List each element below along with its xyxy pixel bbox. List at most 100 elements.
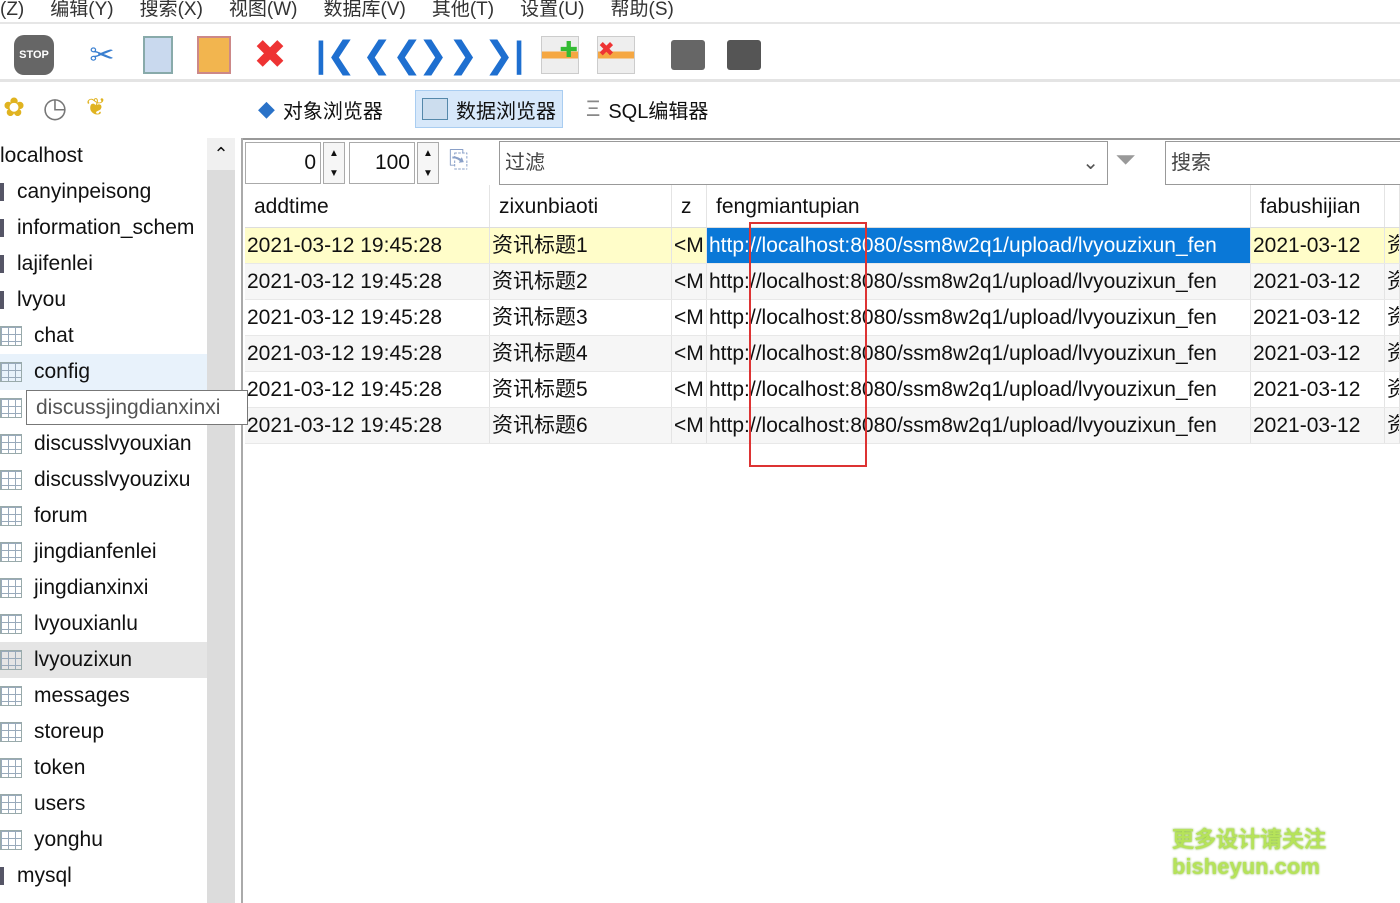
tree-item-jingdianfenlei[interactable]: jingdianfenlei xyxy=(0,534,207,570)
column-header[interactable]: zixunbiaoti xyxy=(490,185,672,227)
table-cell[interactable]: 资讯标题1 xyxy=(490,228,672,263)
table-cell[interactable]: 资 xyxy=(1385,336,1400,371)
column-header[interactable]: z xyxy=(672,185,707,227)
tree-item-chat[interactable]: chat xyxy=(0,318,207,354)
table-cell[interactable]: 资讯标题4 xyxy=(490,336,672,371)
column-header[interactable]: addtime xyxy=(245,185,490,227)
search-placeholder: 搜索 xyxy=(1171,152,1211,174)
paste-button[interactable] xyxy=(192,34,236,76)
column-header[interactable]: fabushijian xyxy=(1251,185,1385,227)
tree-item-token[interactable]: token xyxy=(0,750,207,786)
table-cell[interactable]: 2021-03-12 xyxy=(1251,408,1385,443)
tree-item-information_schem[interactable]: information_schem xyxy=(0,210,207,246)
table-cell[interactable]: 资讯标题3 xyxy=(490,300,672,335)
table-cell[interactable]: 资讯标题2 xyxy=(490,264,672,299)
tree-item-discusslvyouzixu[interactable]: discusslvyouzixu xyxy=(0,462,207,498)
menu-item[interactable]: 其他(T) xyxy=(419,0,507,22)
tree-item-users[interactable]: users xyxy=(0,786,207,822)
table-cell[interactable]: 资讯标题6 xyxy=(490,408,672,443)
table-cell[interactable]: 资 xyxy=(1385,228,1400,263)
tab-sql-editor[interactable]: Ξ SQL编辑器 xyxy=(580,90,714,128)
stop-button[interactable]: STOP xyxy=(12,34,56,76)
table-cell[interactable]: 2021-03-12 xyxy=(1251,300,1385,335)
commit-button[interactable] xyxy=(666,34,710,76)
offset-stepper[interactable]: ▲ ▼ xyxy=(323,142,345,184)
chevron-down-icon[interactable]: ⌄ xyxy=(1082,142,1099,184)
search-input[interactable]: 搜索 xyxy=(1165,141,1400,185)
tree-item-lvyouxianlu[interactable]: lvyouxianlu xyxy=(0,606,207,642)
limit-stepper[interactable]: ▲ ▼ xyxy=(417,142,439,184)
tree-item-config[interactable]: config xyxy=(0,354,207,390)
rollback-button[interactable] xyxy=(722,34,766,76)
copy-button[interactable] xyxy=(136,34,180,76)
footprints-button[interactable]: ❦ xyxy=(74,86,118,128)
cut-button[interactable]: ✂ xyxy=(80,34,124,76)
table-cell[interactable]: 2021-03-12 19:45:28 xyxy=(245,336,490,371)
limit-input[interactable]: 100 xyxy=(349,142,415,184)
tree-item-yonghu[interactable]: yonghu xyxy=(0,822,207,858)
table-cell[interactable]: 2021-03-12 xyxy=(1251,228,1385,263)
scroll-up-icon[interactable]: ⌃ xyxy=(207,138,235,170)
first-record-button[interactable]: |❮ xyxy=(314,34,358,76)
tree-item-lvyou[interactable]: lvyou xyxy=(0,282,207,318)
table-cell[interactable]: 2021-03-12 xyxy=(1251,264,1385,299)
menu-item[interactable]: 视图(W) xyxy=(216,0,311,22)
table-cell[interactable]: <M xyxy=(672,264,707,299)
tab-object-browser[interactable]: ◆ 对象浏览器 xyxy=(252,90,389,128)
add-row-button[interactable]: ✚ xyxy=(538,34,582,76)
history-button[interactable]: ◷ xyxy=(33,86,77,128)
table-cell[interactable]: <M xyxy=(672,336,707,371)
table-cell[interactable]: 资 xyxy=(1385,408,1400,443)
menu-item[interactable]: 编辑(Y) xyxy=(37,0,126,22)
menu-item[interactable]: 帮助(S) xyxy=(598,0,687,22)
table-cell[interactable]: 2021-03-12 xyxy=(1251,372,1385,407)
tree-item-canyinpeisong[interactable]: canyinpeisong xyxy=(0,174,207,210)
tree-label: lvyouxianlu xyxy=(34,612,138,635)
tree-item-lvyouzixun[interactable]: lvyouzixun xyxy=(0,642,207,678)
tree-item-lajifenlei[interactable]: lajifenlei xyxy=(0,246,207,282)
table-cell[interactable]: 资 xyxy=(1385,264,1400,299)
delete-button[interactable]: ✖ xyxy=(248,33,292,77)
table-cell[interactable]: 2021-03-12 19:45:28 xyxy=(245,300,490,335)
column-header[interactable] xyxy=(1385,185,1400,227)
table-cell[interactable]: 资 xyxy=(1385,300,1400,335)
menu-item[interactable]: (Z) xyxy=(0,0,37,22)
menu-item[interactable]: 数据库(V) xyxy=(311,0,419,22)
tree-item-messages[interactable]: messages xyxy=(0,678,207,714)
table-cell[interactable]: 2021-03-12 19:45:28 xyxy=(245,264,490,299)
tree-item-forum[interactable]: forum xyxy=(0,498,207,534)
tree-item-discusslvyouxian[interactable]: discusslvyouxian xyxy=(0,426,207,462)
table-cell[interactable]: 资 xyxy=(1385,372,1400,407)
table-cell[interactable]: 2021-03-12 19:45:28 xyxy=(245,408,490,443)
menu-item[interactable]: 搜索(X) xyxy=(127,0,216,22)
tree-item-mysql[interactable]: mysql xyxy=(0,858,207,894)
favorites-button[interactable]: ✿ xyxy=(0,86,36,128)
filter-input[interactable]: 过滤 ⌄ xyxy=(499,141,1108,185)
refresh-button[interactable]: ⎘ xyxy=(449,146,468,174)
previous-page-button[interactable]: ❮❮ xyxy=(362,34,422,76)
column-header[interactable]: fengmiantupian xyxy=(707,185,1251,227)
offset-input[interactable]: 0 xyxy=(245,142,321,184)
tree-item-storeup[interactable]: storeup xyxy=(0,714,207,750)
splitter[interactable] xyxy=(241,138,243,903)
rewind-icon: ❮❮ xyxy=(361,34,423,75)
table-cell[interactable]: 2021-03-12 19:45:28 xyxy=(245,228,490,263)
table-cell[interactable]: 2021-03-12 xyxy=(1251,336,1385,371)
filter-button[interactable]: ⏷ xyxy=(1115,144,1136,176)
table-cell[interactable]: 2021-03-12 19:45:28 xyxy=(245,372,490,407)
delete-row-button[interactable]: ✖ xyxy=(594,34,638,76)
table-cell[interactable]: <M xyxy=(672,300,707,335)
table-cell[interactable]: <M xyxy=(672,372,707,407)
menu-item[interactable]: 设置(U) xyxy=(507,0,597,22)
tree-item-jingdianxinxi[interactable]: jingdianxinxi xyxy=(0,570,207,606)
table-cell[interactable]: 资讯标题5 xyxy=(490,372,672,407)
tree-label: token xyxy=(34,756,86,779)
tab-data-browser[interactable]: 数据浏览器 xyxy=(415,90,563,128)
tree-item-localhost[interactable]: localhost xyxy=(0,138,207,174)
tree-scrollbar[interactable]: ⌃ xyxy=(207,138,235,903)
table-cell[interactable]: <M xyxy=(672,408,707,443)
next-page-button[interactable]: ❯❯ xyxy=(418,34,478,76)
table-cell[interactable]: <M xyxy=(672,228,707,263)
last-record-button[interactable]: ❯| xyxy=(482,34,526,76)
table-icon xyxy=(0,434,22,455)
